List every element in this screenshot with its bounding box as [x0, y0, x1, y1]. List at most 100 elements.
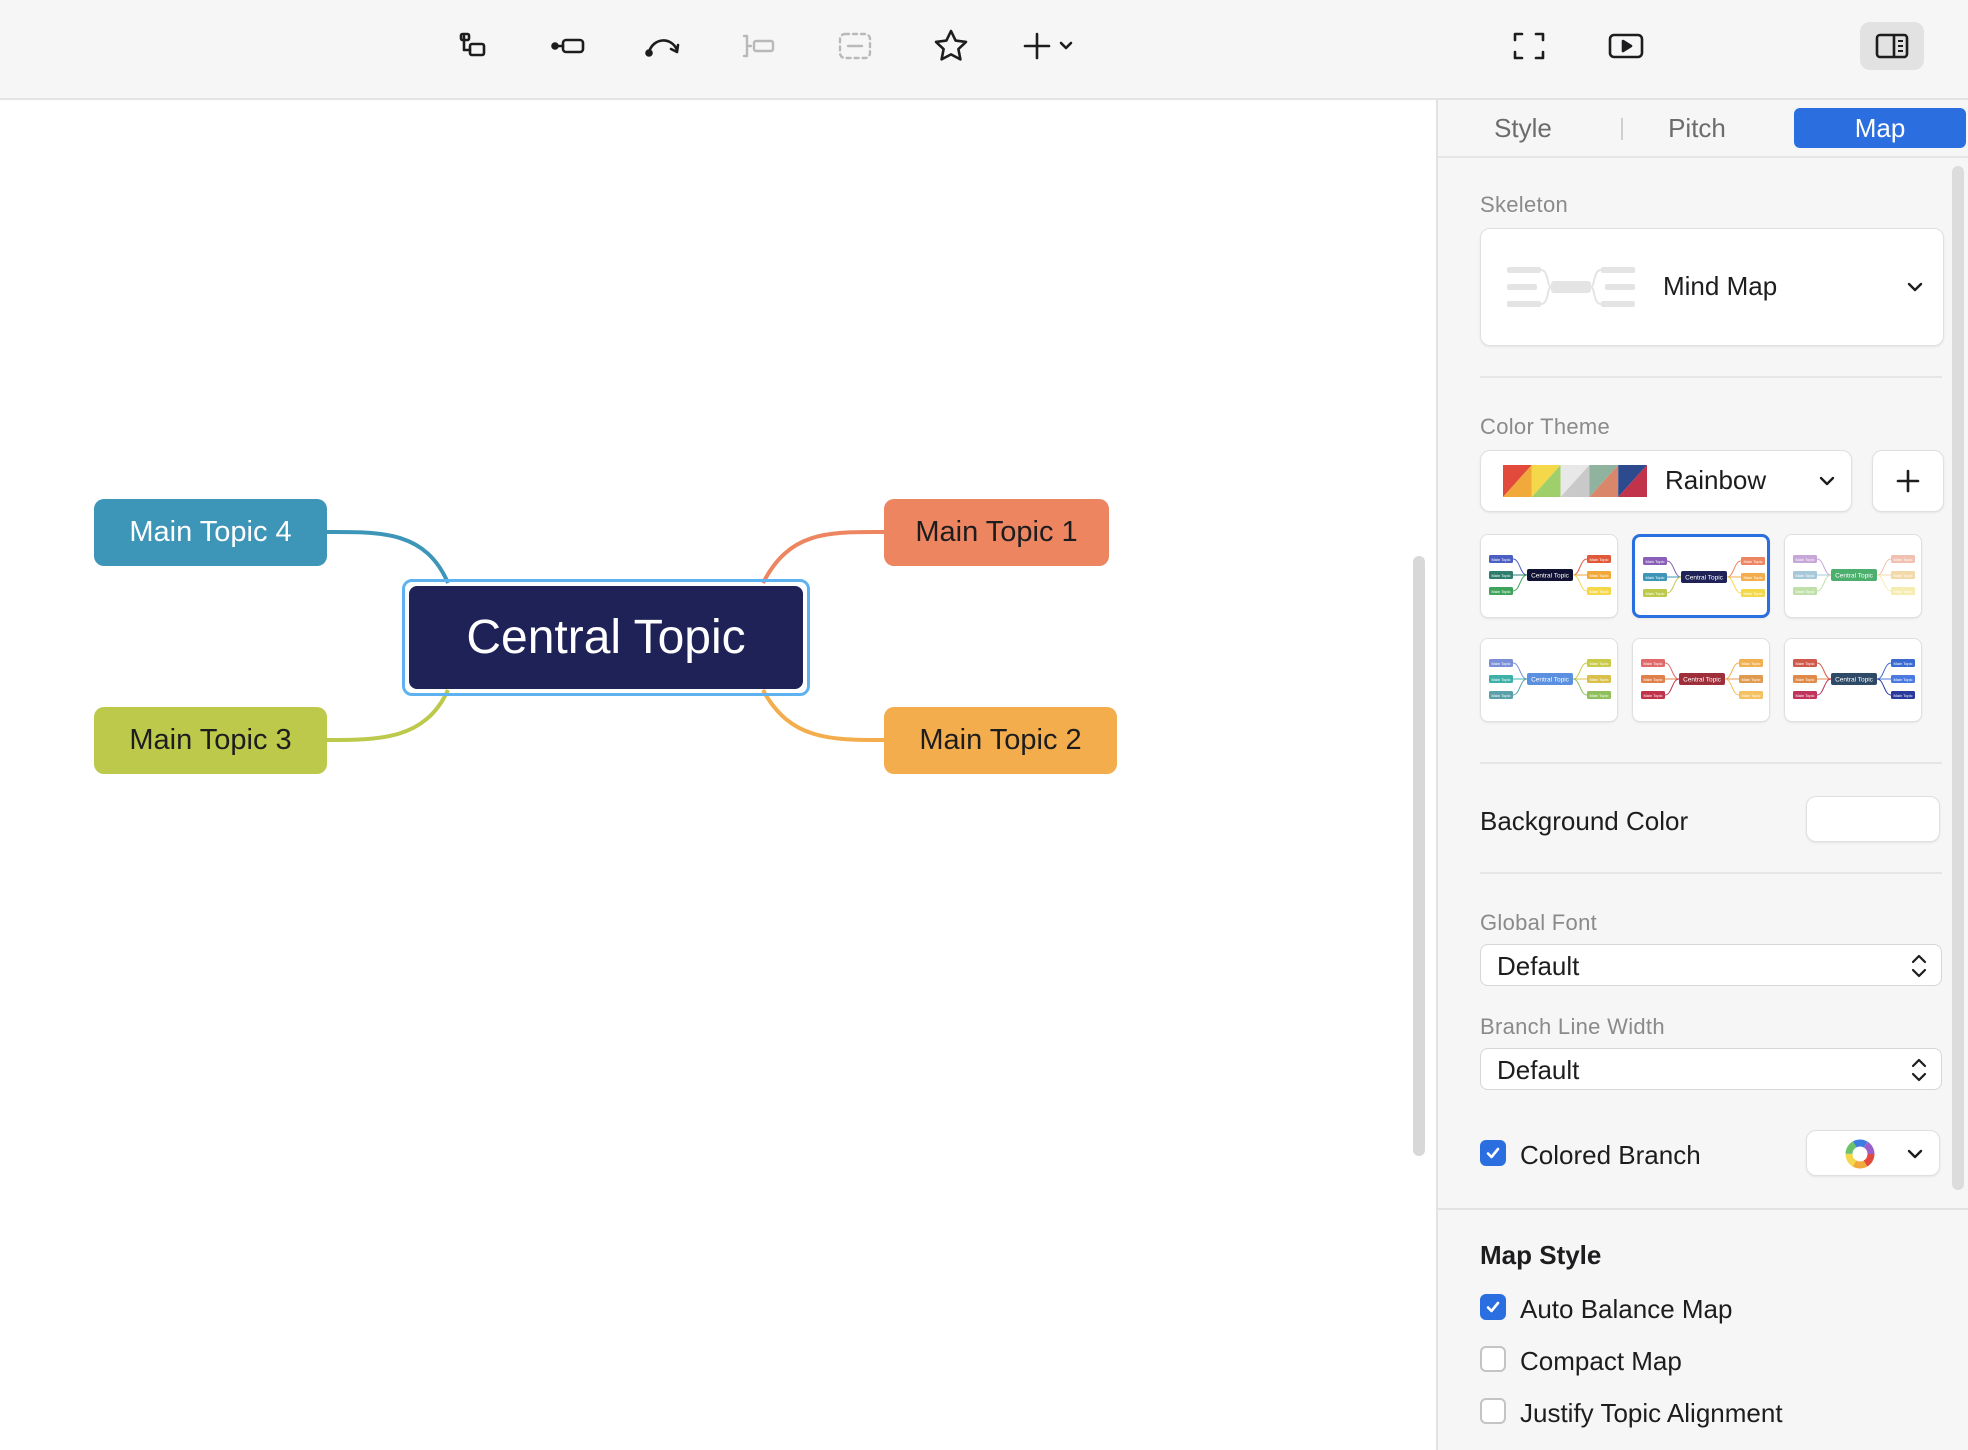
thumb-topic-label: Main Topic: [1795, 693, 1814, 698]
tab-map[interactable]: Map: [1794, 108, 1966, 148]
thumb-topic-label: Main Topic: [1491, 573, 1510, 578]
main-topic-2[interactable]: Main Topic 2: [884, 707, 1117, 774]
thumb-branch: [1664, 678, 1680, 696]
thumb-branch: [1876, 558, 1892, 576]
thumb-branch: [1876, 662, 1892, 680]
zen-mode-icon[interactable]: [1502, 22, 1556, 70]
thumb-branch: [1572, 574, 1588, 592]
format-panel-icon[interactable]: [1860, 22, 1924, 70]
thumb-branch: [1726, 560, 1742, 578]
topic-icon[interactable]: [446, 22, 500, 70]
theme-thumbnail-1[interactable]: Central Topic Main Topic Main Topic Main To…: [1480, 534, 1618, 618]
theme-thumbnail-5[interactable]: Central Topic Main Topic Main Topic Main To…: [1632, 638, 1770, 722]
theme-thumbnail-3[interactable]: Central Topic Main Topic Main Topic Main To…: [1784, 534, 1922, 618]
auto-balance-map-checkbox[interactable]: [1480, 1294, 1506, 1320]
skeleton-value: Mind Map: [1663, 271, 1778, 301]
thumb-topic-label: Main Topic: [1589, 557, 1608, 562]
main-topic-1[interactable]: Main Topic 1: [884, 499, 1109, 566]
thumb-topic-label: Main Topic: [1893, 557, 1912, 562]
tab-separator: [1621, 118, 1623, 140]
skeleton-label: Skeleton: [1480, 192, 1569, 217]
global-font-select[interactable]: Default: [1480, 944, 1942, 986]
thumb-branch: [1512, 558, 1528, 576]
tab-pitch[interactable]: Pitch: [1632, 108, 1762, 148]
thumb-topic-label: Main Topic: [1893, 661, 1912, 666]
add-theme-button[interactable]: [1872, 450, 1944, 512]
plus-icon: [1896, 469, 1920, 493]
checkmark-icon: [1486, 1147, 1500, 1159]
colored-branch-label: Colored Branch: [1520, 1140, 1701, 1170]
thumb-branch: [1816, 662, 1832, 680]
branch-line-width-select[interactable]: Default: [1480, 1048, 1942, 1090]
thumb-branch: [1666, 560, 1682, 578]
background-color-label: Background Color: [1480, 806, 1689, 836]
branch-color-picker[interactable]: [1806, 1130, 1940, 1176]
thumb-topic-label: Main Topic: [1491, 589, 1510, 594]
branch-line-width-value: Default: [1497, 1055, 1580, 1085]
thumb-topic-label: Main Topic: [1893, 693, 1912, 698]
relationship-icon[interactable]: [636, 22, 690, 70]
thumb-topic-label: Main Topic: [1589, 693, 1608, 698]
thumb-branch: [1726, 576, 1742, 594]
central-topic[interactable]: Central Topic: [409, 586, 803, 689]
map-style-title: Map Style: [1480, 1240, 1602, 1270]
tab-style[interactable]: Style: [1458, 108, 1588, 148]
justify-topic-alignment-label: Justify Topic Alignment: [1520, 1398, 1783, 1428]
thumb-topic-label: Main Topic: [1645, 591, 1664, 596]
thumb-topic-label: Main Topic: [1491, 557, 1510, 562]
thumb-topic-label: Main Topic: [1491, 677, 1510, 682]
divider: [1438, 1208, 1968, 1210]
thumb-topic-label: Main Topic: [1795, 557, 1814, 562]
chevron-down-icon: [1907, 282, 1923, 292]
colored-branch-checkbox[interactable]: [1480, 1140, 1506, 1166]
thumb-branch: [1664, 662, 1680, 680]
subtopic-icon[interactable]: [541, 22, 595, 70]
color-theme-value: Rainbow: [1665, 465, 1767, 495]
boundary-icon[interactable]: [828, 22, 882, 70]
summary-icon[interactable]: [731, 22, 785, 70]
thumb-topic-label: Main Topic: [1893, 677, 1912, 682]
marker-star-icon[interactable]: [924, 22, 978, 70]
branch-line-2: [761, 689, 885, 742]
thumb-topic-label: Main Topic: [1643, 677, 1662, 682]
thumb-topic-label: Main Topic: [1589, 661, 1608, 666]
thumb-branch: [1512, 574, 1528, 592]
main-topic-4[interactable]: Main Topic 4: [94, 499, 327, 566]
checkmark-icon: [1486, 1301, 1500, 1313]
thumb-central-label: Central Topic: [1835, 677, 1874, 684]
thumb-branch: [1816, 558, 1832, 576]
branch-line-3: [325, 689, 450, 742]
branch-line-width-label: Branch Line Width: [1480, 1014, 1665, 1039]
theme-thumbnail-6[interactable]: Central Topic Main Topic Main Topic Main To…: [1784, 638, 1922, 722]
thumb-central-label: Central Topic: [1531, 677, 1570, 684]
theme-thumbnail-4[interactable]: Central Topic Main Topic Main Topic Main To…: [1480, 638, 1618, 722]
thumb-topic-label: Main Topic: [1743, 559, 1762, 564]
panel-scrollbar[interactable]: [1952, 166, 1964, 1190]
skeleton-select[interactable]: Mind Map: [1480, 228, 1944, 346]
insert-plus-icon[interactable]: [1016, 22, 1086, 70]
thumb-topic-label: Main Topic: [1645, 575, 1664, 580]
justify-topic-alignment-checkbox[interactable]: [1480, 1398, 1506, 1424]
theme-thumbnail-2[interactable]: Central Topic Main Topic Main Topic Main To…: [1632, 534, 1770, 618]
main-topic-3[interactable]: Main Topic 3: [94, 707, 327, 774]
up-down-chevron-icon: [1911, 1058, 1927, 1082]
panel-tabs: Style Pitch Map: [1438, 100, 1968, 158]
compact-map-checkbox[interactable]: [1480, 1346, 1506, 1372]
canvas-scrollbar[interactable]: [1413, 556, 1425, 1156]
toolbar: [0, 0, 1968, 100]
thumb-branch: [1876, 574, 1892, 592]
pitch-play-icon[interactable]: [1599, 22, 1653, 70]
color-theme-select[interactable]: Rainbow: [1480, 450, 1852, 512]
compact-map-label: Compact Map: [1520, 1346, 1682, 1376]
thumb-topic-label: Main Topic: [1645, 559, 1664, 564]
thumb-topic-label: Main Topic: [1795, 661, 1814, 666]
thumb-topic-label: Main Topic: [1491, 661, 1510, 666]
thumb-topic-label: Main Topic: [1589, 589, 1608, 594]
mind-map-skeleton-icon: [1507, 267, 1635, 307]
rainbow-swatch-icon: [1503, 465, 1647, 497]
thumb-topic-label: Main Topic: [1795, 677, 1814, 682]
thumb-topic-label: Main Topic: [1795, 589, 1814, 594]
thumb-topic-label: Main Topic: [1795, 573, 1814, 578]
background-color-swatch[interactable]: [1806, 796, 1940, 842]
mindmap-canvas[interactable]: Central Topic Main Topic 1 Main Topic 2 …: [0, 100, 1425, 1450]
